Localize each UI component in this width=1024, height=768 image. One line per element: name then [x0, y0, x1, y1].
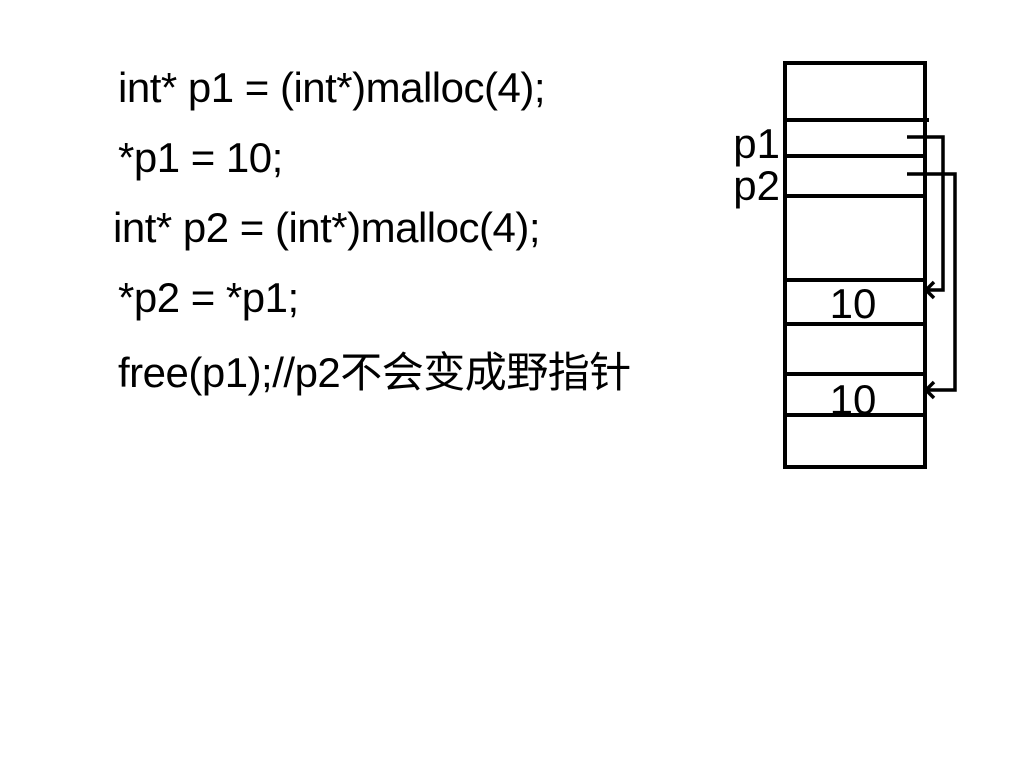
memory-value-2: 10 — [830, 376, 877, 423]
memory-diagram: p1 p2 10 10 — [733, 61, 957, 469]
pointer-label-p2: p2 — [733, 162, 780, 209]
pointer-label-p1: p1 — [733, 120, 780, 167]
memory-value-1: 10 — [830, 280, 877, 327]
